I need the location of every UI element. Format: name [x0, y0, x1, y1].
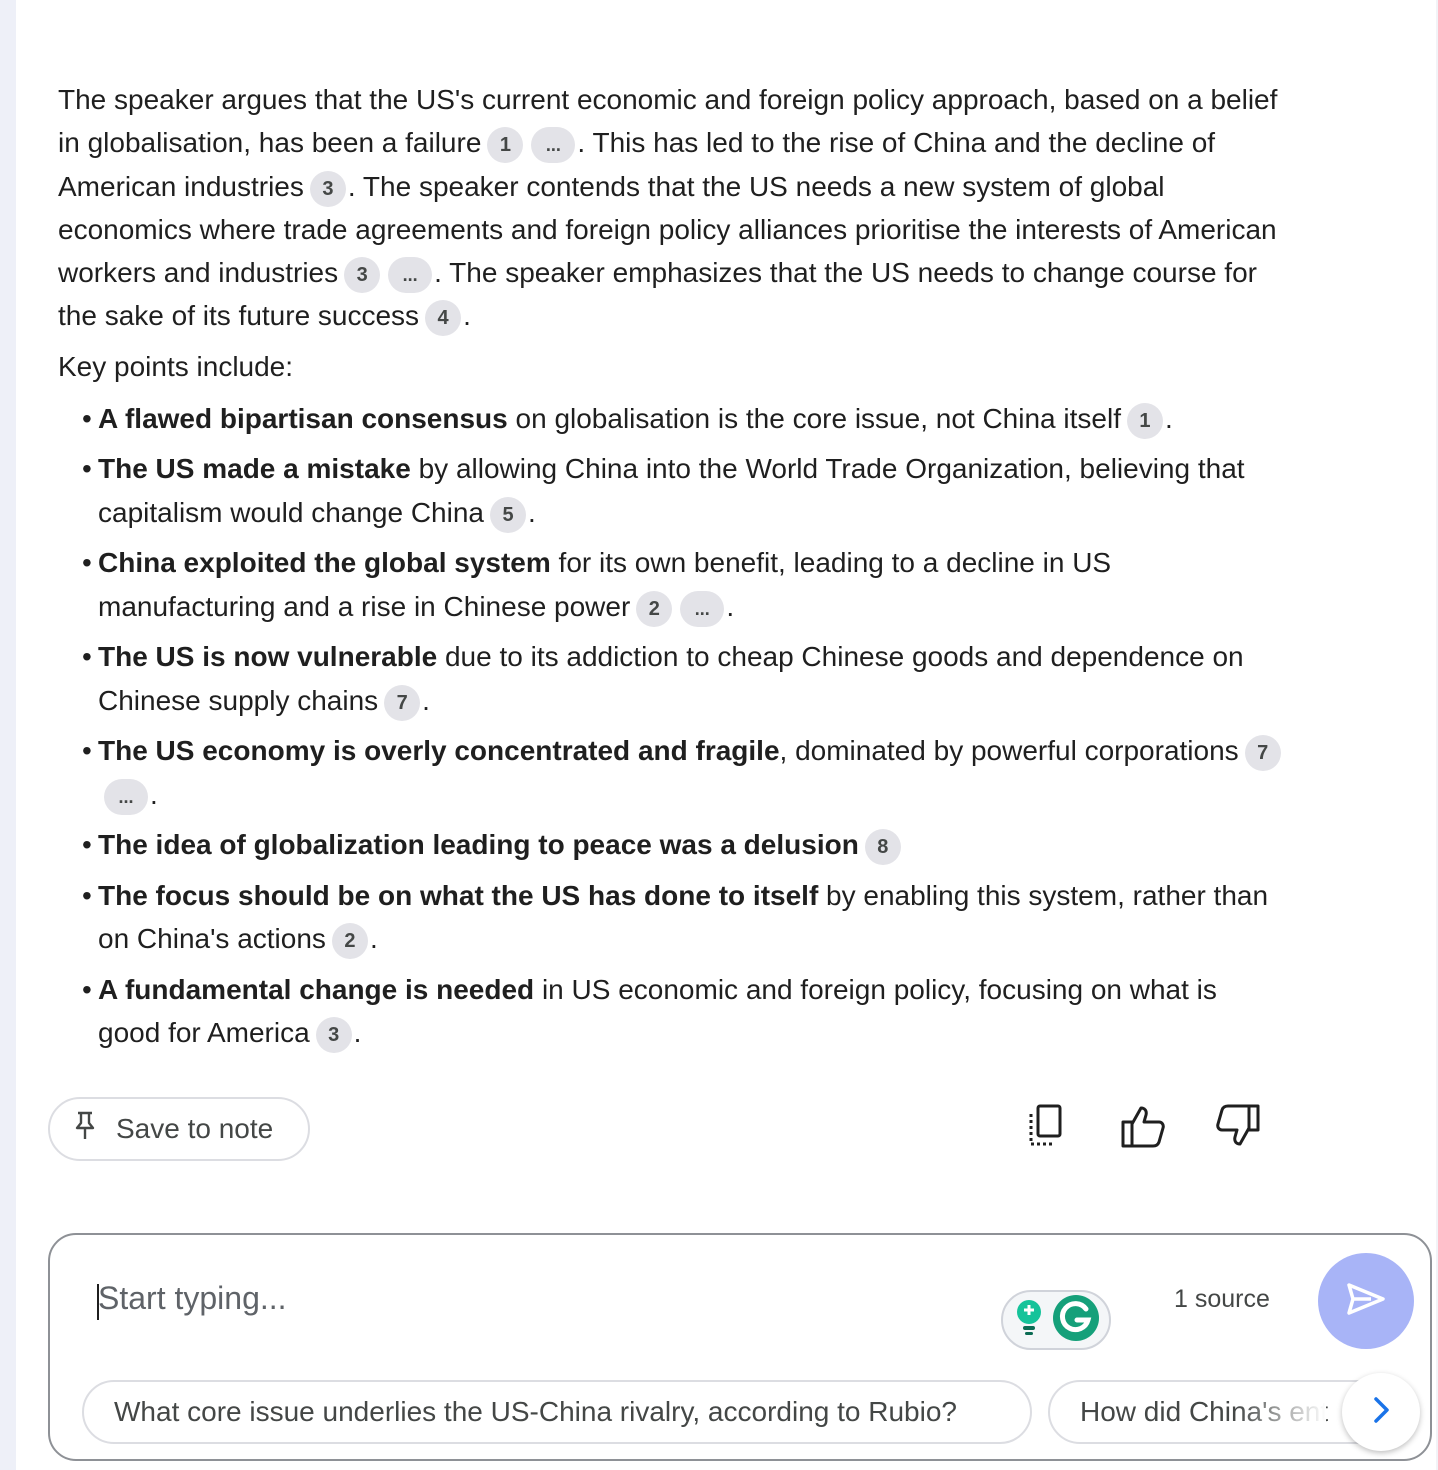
- key-point: A flawed bipartisan consensus on globali…: [82, 397, 1283, 441]
- key-point-bold: A flawed bipartisan consensus: [98, 402, 508, 434]
- thumbs-down-icon: [1215, 1104, 1261, 1153]
- summary-paragraph: The speaker argues that the US's current…: [58, 78, 1283, 338]
- key-point-bold: The US made a mistake: [98, 453, 411, 485]
- citation-chip[interactable]: 2: [636, 590, 673, 627]
- grammarly-widget[interactable]: [1001, 1290, 1111, 1350]
- citation-chip[interactable]: 1: [487, 127, 524, 164]
- key-point-end: .: [369, 923, 378, 955]
- key-point-bold: The US is now vulnerable: [98, 641, 438, 673]
- key-point-end: .: [726, 590, 735, 622]
- send-icon: [1346, 1282, 1386, 1321]
- key-point-bold: China exploited the global system: [98, 547, 551, 579]
- citation-chip[interactable]: 7: [384, 684, 421, 721]
- summary-text: .: [463, 300, 471, 332]
- key-point-bold: The US economy is overly concentrated an…: [98, 735, 780, 767]
- copy-button[interactable]: [1018, 1100, 1074, 1156]
- chat-composer: Start typing... 1 source What core issue…: [48, 1233, 1432, 1461]
- key-point-bold: The idea of globalization leading to pea…: [98, 829, 859, 861]
- citation-chip[interactable]: 3: [344, 257, 381, 294]
- left-rail: [0, 0, 16, 1470]
- thumbs-up-button[interactable]: [1115, 1100, 1171, 1156]
- key-point-bold: A fundamental change is needed: [98, 973, 535, 1005]
- key-point: A fundamental change is needed in US eco…: [82, 968, 1283, 1055]
- key-point-text: on globalisation is the core issue, not …: [507, 402, 1121, 434]
- thumbs-down-button[interactable]: [1210, 1100, 1266, 1156]
- key-points-label: Key points include:: [58, 350, 294, 382]
- copy-icon: [1026, 1104, 1066, 1153]
- citation-more-chip[interactable]: ...: [104, 778, 148, 815]
- key-point: The US made a mistake by allowing China …: [82, 447, 1283, 534]
- source-count: 1 source: [1174, 1285, 1270, 1313]
- send-button[interactable]: [1318, 1253, 1414, 1349]
- key-point-end: .: [1164, 402, 1173, 434]
- citation-more-chip[interactable]: ...: [388, 257, 433, 294]
- citation-chip[interactable]: 3: [315, 1017, 352, 1054]
- citation-chip[interactable]: 5: [490, 496, 526, 533]
- message-input[interactable]: Start typing...: [98, 1280, 287, 1317]
- key-point-end: .: [528, 496, 536, 528]
- citation-chip[interactable]: 4: [425, 300, 462, 337]
- key-point: The focus should be on what the US has d…: [82, 874, 1283, 961]
- key-point-end: .: [150, 778, 158, 810]
- key-point: The US economy is overly concentrated an…: [82, 729, 1283, 816]
- response-text: The speaker argues that the US's current…: [58, 78, 1283, 1055]
- citation-more-chip[interactable]: ...: [680, 590, 725, 627]
- save-to-note-label: Save to note: [116, 1113, 274, 1144]
- save-to-note-button[interactable]: Save to note: [48, 1097, 310, 1161]
- key-point: The idea of globalization leading to pea…: [82, 823, 1283, 867]
- citation-chip[interactable]: 8: [864, 829, 901, 866]
- pin-icon: [72, 1111, 98, 1148]
- suggestion-chip[interactable]: What core issue underlies the US-China r…: [82, 1380, 1032, 1444]
- key-points-list: A flawed bipartisan consensus on globali…: [58, 397, 1283, 1055]
- citation-chip[interactable]: 7: [1244, 735, 1281, 772]
- citation-chip[interactable]: 1: [1126, 402, 1163, 439]
- chip-fade: [1236, 1382, 1326, 1442]
- grammarly-icon[interactable]: [1052, 1294, 1100, 1347]
- citation-chip[interactable]: 2: [331, 923, 368, 960]
- thumbs-up-icon: [1120, 1104, 1166, 1153]
- key-point-bold: The focus should be on what the US has d…: [98, 879, 819, 911]
- key-point-end: .: [353, 1017, 362, 1049]
- key-point-text: , dominated by powerful corporations: [779, 735, 1239, 767]
- key-point-end: .: [422, 684, 430, 716]
- lightbulb-icon[interactable]: [1012, 1298, 1046, 1343]
- key-point: The US is now vulnerable due to its addi…: [82, 635, 1283, 722]
- key-point: China exploited the global system for it…: [82, 541, 1283, 628]
- next-suggestions-button[interactable]: [1342, 1373, 1420, 1451]
- citation-chip[interactable]: 3: [309, 170, 346, 207]
- chevron-right-icon: [1371, 1395, 1391, 1430]
- citation-more-chip[interactable]: ...: [531, 127, 576, 164]
